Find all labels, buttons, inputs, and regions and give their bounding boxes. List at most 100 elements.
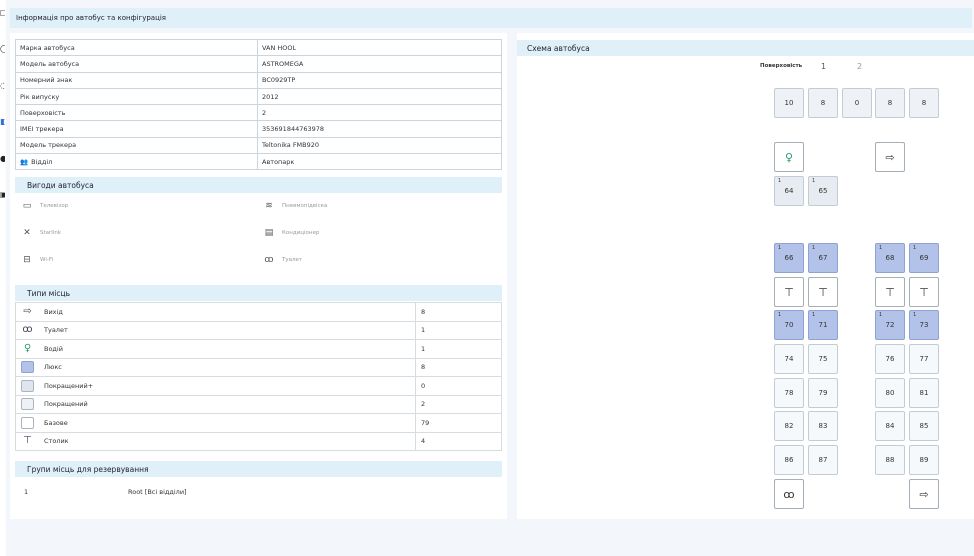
info-row: Марка автобуса VAN HOOL bbox=[15, 38, 502, 57]
seat-82[interactable]: 82 bbox=[774, 411, 804, 441]
seat-70[interactable]: 1 70 bbox=[774, 310, 804, 340]
seat-69[interactable]: 1 69 bbox=[909, 243, 939, 273]
phone-icon[interactable]: ☐ bbox=[0, 10, 5, 18]
floor-label: Поверховість bbox=[760, 63, 803, 69]
wifi-router-icon: ⊟ bbox=[23, 255, 31, 265]
box-icon[interactable]: ▣ bbox=[0, 191, 5, 199]
info-value: Автопарк bbox=[257, 153, 502, 171]
seat-65[interactable]: 1 65 bbox=[808, 176, 838, 206]
seat-67[interactable]: 1 67 bbox=[808, 243, 838, 273]
seat-76[interactable]: 76 bbox=[875, 344, 905, 374]
group-row[interactable]: 1 Root [Всі відділи] bbox=[15, 480, 502, 504]
seat-78[interactable]: 78 bbox=[774, 378, 804, 408]
people-icon[interactable]: ● bbox=[0, 155, 5, 163]
group-id: 1 bbox=[24, 488, 29, 496]
driver-icon: ♀ bbox=[23, 342, 32, 354]
toilet-cell[interactable]: ꝏ bbox=[774, 479, 804, 509]
scheme-header: Схема автобуса bbox=[517, 40, 974, 56]
summary-cell: 8 bbox=[909, 88, 939, 118]
seat-type-label: Туалет bbox=[44, 326, 68, 335]
seat-type-label: Люкс bbox=[44, 363, 62, 372]
seat-83[interactable]: 83 bbox=[808, 411, 838, 441]
table-cell[interactable]: ⊤ bbox=[808, 277, 838, 307]
summary-cell: 0 bbox=[842, 88, 872, 118]
amenity-tv: ▭ Телевізор bbox=[20, 201, 68, 211]
seat-74[interactable]: 74 bbox=[774, 344, 804, 374]
info-value: BC0929TP bbox=[257, 71, 502, 89]
seat-64[interactable]: 1 64 bbox=[774, 176, 804, 206]
seat-type-label: Покращений bbox=[44, 400, 88, 409]
seat-type-row: ꝏ Туалет 1 bbox=[15, 320, 502, 340]
suspension-icon: ≋ bbox=[265, 201, 273, 211]
seat-73[interactable]: 1 73 bbox=[909, 310, 939, 340]
floor-tab-1[interactable]: 1 bbox=[821, 62, 826, 71]
department-icon: 👥 bbox=[20, 157, 29, 166]
clock-icon[interactable]: ◯ bbox=[0, 45, 5, 53]
driver-seat[interactable]: ♀ bbox=[774, 142, 804, 172]
left-icon-strip: ☐ ◯ ◌ ◧ ● ▣ bbox=[0, 0, 6, 556]
info-row: IMEI трекера 353691844763978 bbox=[15, 120, 502, 138]
info-row: Рік випуску 2012 bbox=[15, 87, 502, 106]
satellite-icon: ✕ bbox=[23, 228, 31, 238]
seat-80[interactable]: 80 bbox=[875, 378, 905, 408]
seat-72[interactable]: 1 72 bbox=[875, 310, 905, 340]
seat-types-header: Типи місць bbox=[15, 285, 502, 301]
seat-type-count: 8 bbox=[415, 302, 502, 322]
seat-86[interactable]: 86 bbox=[774, 445, 804, 475]
table-icon: ⊤ bbox=[919, 285, 929, 299]
floor-tab-2[interactable]: 2 bbox=[857, 62, 862, 71]
info-label: Поверховість bbox=[15, 104, 258, 122]
seat-type-count: 2 bbox=[415, 394, 502, 414]
seat-type-count: 0 bbox=[415, 376, 502, 396]
rear-exit-cell[interactable]: ⇨ bbox=[909, 479, 939, 509]
lux-swatch bbox=[21, 361, 34, 374]
seat-75[interactable]: 75 bbox=[808, 344, 838, 374]
amenity-toilet: ꝏ Туалет bbox=[262, 255, 302, 265]
toilet-icon: ꝏ bbox=[783, 487, 795, 501]
bus-icon[interactable]: ◧ bbox=[0, 118, 5, 126]
info-row: Поверховість 2 bbox=[15, 104, 502, 122]
table-cell[interactable]: ⊤ bbox=[875, 277, 905, 307]
info-label: 👥 Відділ bbox=[15, 153, 258, 171]
exit-seat[interactable]: ⇨ bbox=[875, 142, 905, 172]
info-label: Модель автобуса bbox=[15, 55, 258, 73]
table-cell[interactable]: ⊤ bbox=[774, 277, 804, 307]
page-title: Інформація про автобус та конфігурація bbox=[16, 14, 166, 22]
seat-type-row: ⇨ Вихід 8 bbox=[15, 302, 502, 322]
seat-71[interactable]: 1 71 bbox=[808, 310, 838, 340]
seat-68[interactable]: 1 68 bbox=[875, 243, 905, 273]
page-header: Інформація про автобус та конфігурація bbox=[10, 8, 972, 28]
seat-87[interactable]: 87 bbox=[808, 445, 838, 475]
seat-84[interactable]: 84 bbox=[875, 411, 905, 441]
toilet-icon: ꝏ bbox=[264, 255, 274, 265]
seat-81[interactable]: 81 bbox=[909, 378, 939, 408]
improved-swatch bbox=[21, 398, 34, 411]
table-cell[interactable]: ⊤ bbox=[909, 277, 939, 307]
pin-icon[interactable]: ◌ bbox=[0, 82, 5, 90]
summary-cell: 8 bbox=[808, 88, 838, 118]
seat-77[interactable]: 77 bbox=[909, 344, 939, 374]
info-row: 👥 Відділ Автопарк bbox=[15, 153, 502, 171]
seat-66[interactable]: 1 66 bbox=[774, 243, 804, 273]
toilet-icon: ꝏ bbox=[22, 324, 33, 336]
seat-88[interactable]: 88 bbox=[875, 445, 905, 475]
seat-type-label: Базове bbox=[44, 418, 68, 427]
driver-icon: ♀ bbox=[784, 150, 794, 164]
table-icon: ⊤ bbox=[784, 285, 794, 299]
seat-85[interactable]: 85 bbox=[909, 411, 939, 441]
info-value: 353691844763978 bbox=[257, 120, 502, 138]
seat-79[interactable]: 79 bbox=[808, 378, 838, 408]
groups-header: Групи місць для резервування bbox=[15, 461, 502, 477]
seat-type-count: 79 bbox=[415, 413, 502, 433]
exit-icon: ⇨ bbox=[919, 487, 929, 501]
bus-info-table: Марка автобуса VAN HOOL Модель автобуса AS… bbox=[15, 38, 502, 171]
amenities-header: Вигоди автобуса bbox=[15, 177, 502, 193]
seat-89[interactable]: 89 bbox=[909, 445, 939, 475]
base-swatch bbox=[21, 416, 34, 429]
seat-type-count: 4 bbox=[415, 431, 502, 451]
group-name: Root [Всі відділи] bbox=[128, 488, 187, 496]
amenity-starlink: ✕ Starlink bbox=[20, 228, 61, 238]
seat-type-row: Покращений+ 0 bbox=[15, 376, 502, 396]
info-label: Марка автобуса bbox=[15, 38, 258, 57]
seat-type-row: Базове 79 bbox=[15, 413, 502, 433]
